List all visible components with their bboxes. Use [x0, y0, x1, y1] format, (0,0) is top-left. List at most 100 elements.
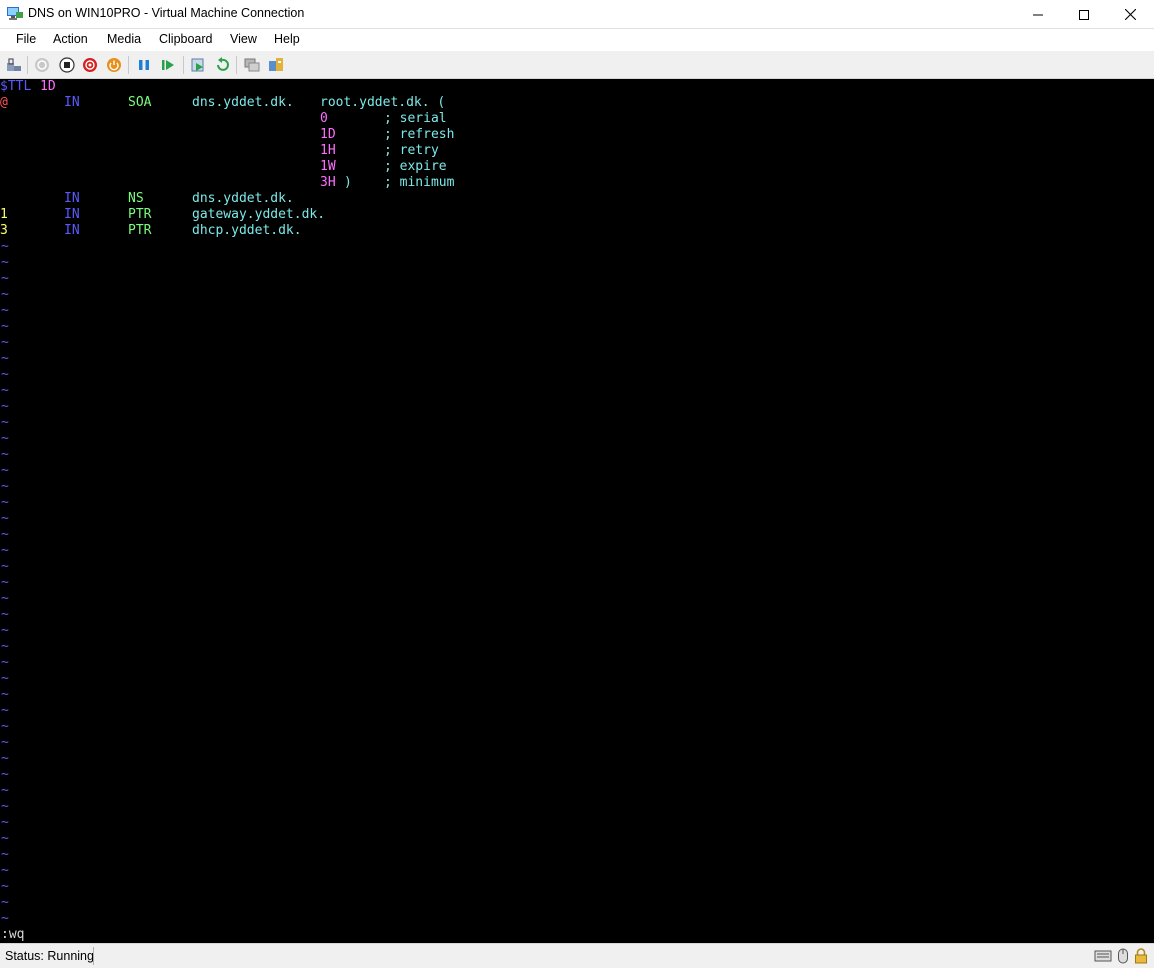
save-state-button[interactable]: [105, 56, 123, 74]
turn-off-button[interactable]: [58, 56, 76, 74]
terminal-token: root.yddet.dk. (: [320, 95, 446, 110]
terminal-token: ; minimum: [384, 175, 455, 190]
vm-console-screen[interactable]: $TTL 1D @ IN SOA dns.yddet.dk. root.yddet.dk. …: [0, 79, 1154, 943]
terminal-token: gateway.yddet.dk.: [192, 207, 326, 222]
empty-line-marker: ~: [1, 495, 9, 510]
empty-line-marker: ~: [1, 415, 9, 430]
empty-line-marker: ~: [1, 831, 9, 846]
revert-button[interactable]: [213, 56, 231, 74]
empty-line-marker: ~: [1, 815, 9, 830]
empty-line-marker: ~: [1, 847, 9, 862]
window-title: DNS on WIN10PRO - Virtual Machine Connec…: [28, 6, 305, 20]
empty-line-marker: ~: [1, 591, 9, 606]
empty-line-marker: ~: [1, 319, 9, 334]
empty-line-marker: ~: [1, 255, 9, 270]
terminal-token: $TTL: [0, 79, 32, 94]
empty-line-marker: ~: [1, 479, 9, 494]
terminal-token: 1: [0, 207, 8, 222]
terminal-token: @: [0, 95, 8, 110]
terminal-token: PTR: [128, 223, 152, 238]
terminal-line: 3H) ; minimum: [0, 175, 1154, 191]
empty-line-marker: ~: [1, 783, 9, 798]
empty-line-marker: ~: [1, 911, 9, 926]
menu-bar: File Action Media Clipboard View Help: [0, 29, 1154, 51]
terminal-line: 3 IN PTR dhcp.yddet.dk.: [0, 223, 1154, 239]
close-button[interactable]: [1107, 0, 1153, 29]
empty-line-marker: ~: [1, 639, 9, 654]
terminal-line: 1H ; retry: [0, 143, 1154, 159]
enhanced-session-button[interactable]: [243, 56, 261, 74]
terminal-line: @ IN SOA dns.yddet.dk. root.yddet.dk. (: [0, 95, 1154, 111]
close-icon: [1124, 9, 1136, 20]
checkpoint-button[interactable]: [189, 56, 207, 74]
empty-line-marker: ~: [1, 335, 9, 350]
keyboard-icon: [1094, 950, 1112, 962]
empty-line-marker: ~: [1, 655, 9, 670]
terminal-token: ; expire: [384, 159, 447, 174]
empty-line-marker: ~: [1, 607, 9, 622]
empty-line-marker: ~: [1, 799, 9, 814]
empty-line-marker: ~: [1, 703, 9, 718]
terminal-token: SOA: [128, 95, 152, 110]
start-button[interactable]: [33, 56, 51, 74]
ctrl-alt-del-icon: [7, 58, 21, 71]
minimize-button[interactable]: [1015, 0, 1061, 29]
pause-icon: [139, 60, 149, 70]
terminal-token: IN: [64, 95, 80, 110]
empty-line-marker: ~: [1, 303, 9, 318]
menu-help[interactable]: Help: [274, 32, 300, 46]
toolbar: [0, 51, 1154, 79]
empty-line-marker: ~: [1, 863, 9, 878]
title-bar: DNS on WIN10PRO - Virtual Machine Connec…: [0, 0, 1154, 29]
checkpoint-icon: [191, 58, 204, 72]
empty-line-marker: ~: [1, 239, 9, 254]
terminal-token: IN: [64, 207, 80, 222]
menu-view[interactable]: View: [230, 32, 257, 46]
terminal-token: 1W: [320, 159, 336, 174]
terminal-line: IN NS dns.yddet.dk.: [0, 191, 1154, 207]
empty-line-marker: ~: [1, 559, 9, 574]
share-icon: [269, 58, 283, 71]
terminal-line: $TTL 1D: [0, 79, 1154, 95]
turn-off-icon: [59, 57, 75, 73]
menu-media[interactable]: Media: [107, 32, 141, 46]
empty-line-marker: ~: [1, 543, 9, 558]
empty-line-marker: ~: [1, 879, 9, 894]
terminal-token: 3: [0, 223, 8, 238]
terminal-line: 1 IN PTR gateway.yddet.dk.: [0, 207, 1154, 223]
enhanced-session-icon: [244, 58, 260, 72]
empty-line-marker: ~: [1, 527, 9, 542]
empty-line-marker: ~: [1, 767, 9, 782]
maximize-icon: [1079, 9, 1089, 20]
terminal-token: 1H: [320, 143, 336, 158]
empty-line-marker: ~: [1, 687, 9, 702]
share-button[interactable]: [267, 56, 285, 74]
vim-command-line: :wq: [1, 927, 25, 942]
pause-button[interactable]: [135, 56, 153, 74]
terminal-token: IN: [64, 223, 80, 238]
resume-button[interactable]: [159, 56, 177, 74]
start-icon: [35, 58, 49, 72]
empty-line-marker: ~: [1, 511, 9, 526]
status-text: Status: Running: [5, 949, 94, 963]
empty-line-marker: ~: [1, 367, 9, 382]
empty-line-marker: ~: [1, 351, 9, 366]
terminal-token: 3H: [320, 175, 336, 190]
terminal-token: NS: [128, 191, 144, 206]
empty-line-marker: ~: [1, 447, 9, 462]
menu-clipboard[interactable]: Clipboard: [159, 32, 213, 46]
menu-file[interactable]: File: [16, 32, 36, 46]
shut-down-icon: [83, 58, 97, 72]
resume-icon: [162, 60, 174, 70]
empty-line-marker: ~: [1, 719, 9, 734]
terminal-token: ; serial: [384, 111, 447, 126]
terminal-token: dns.yddet.dk.: [192, 95, 294, 110]
empty-line-marker: ~: [1, 463, 9, 478]
empty-line-marker: ~: [1, 575, 9, 590]
menu-action[interactable]: Action: [53, 32, 88, 46]
shut-down-button[interactable]: [81, 56, 99, 74]
terminal-token: 0: [320, 111, 328, 126]
maximize-button[interactable]: [1061, 0, 1107, 29]
ctrl-alt-del-button[interactable]: [5, 56, 23, 74]
save-state-icon: [107, 58, 121, 72]
